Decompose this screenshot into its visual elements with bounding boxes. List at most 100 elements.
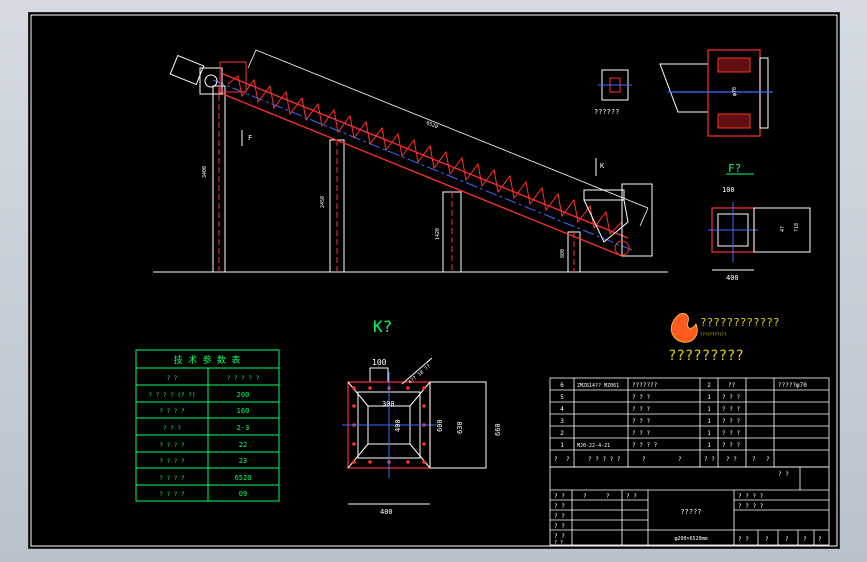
title-block-text: ? ? ? ? ? ? ? ? ? ? ? ? ? ? ? ? ????? φ2… xyxy=(554,493,822,546)
bom-header-2: ? ? ? ? ? xyxy=(588,456,621,463)
bearing-dim: φ70 xyxy=(732,87,738,96)
title-left-row-5: ? ? xyxy=(554,533,565,540)
bom-row-3-no: 3 xyxy=(560,418,564,425)
title-right-top-2: ? ? ? ? xyxy=(738,503,764,510)
f-view: F? 100 400 4? ?18 xyxy=(708,162,811,282)
bom-row-5-name: ? ? ? xyxy=(632,394,650,401)
bom-row-2-mat: ? ? ? xyxy=(722,430,740,437)
bom-row-3-name: ? ? ? xyxy=(632,418,650,425)
section-detail-small: ?????? xyxy=(594,69,632,116)
dim-height-2: 2450 xyxy=(320,196,326,208)
bom-row-1-name: ? ? ? ? xyxy=(632,442,658,449)
k-view-dim-h3: 660 xyxy=(494,423,502,436)
bom-row-1-qty: 1 xyxy=(707,442,711,449)
bom-header-0: ? xyxy=(554,456,558,463)
tech-row-3-label: ? ? ? ? xyxy=(159,408,185,415)
dim-height-3: 1420 xyxy=(435,228,441,240)
tech-parameter-table: 技 术 参 数 表 ? ? ? ? ? ? ? ? ? ? ? (? ?) 20… xyxy=(135,349,280,502)
bom-header-7: ? xyxy=(752,456,756,463)
k-view-dim-inner: 300 xyxy=(382,400,395,408)
bom-header-6: ? ? xyxy=(726,456,737,463)
k-view: K? 100 300 400 600 630 660 400 4?? 18 ?? xyxy=(342,317,502,516)
title-right-bottom-2: ? xyxy=(765,536,769,543)
bom-header-extra: ? ? xyxy=(778,471,789,478)
bom-row-1-code: MJ0-22-4-21 xyxy=(577,443,610,449)
k-view-dim-bottom: 400 xyxy=(380,508,393,516)
main-elevation-view: 6520 3400 2450 1420 880 F K xyxy=(153,49,668,273)
dim-height-1: 3400 xyxy=(202,166,208,178)
f-view-dim-side-a: 4? xyxy=(780,226,786,232)
bom-row-4-qty: 1 xyxy=(707,406,711,413)
bom-header-1: ? xyxy=(566,456,570,463)
title-left-row-6: ? ? xyxy=(554,540,563,546)
bom-header-5: ? ? xyxy=(704,456,715,463)
tech-row-2-value: 200 xyxy=(237,391,250,399)
application-frame: 6520 3400 2450 1420 880 F K ?????? φ70 F… xyxy=(0,0,867,562)
bom-row-3-qty: 1 xyxy=(707,418,711,425)
title-right-top-1: ? ? ? ? xyxy=(738,493,764,500)
bom-row-4-no: 4 xyxy=(560,406,564,413)
title-right-bottom-5: ? xyxy=(818,536,822,543)
bom-row-5-no: 5 xyxy=(560,394,564,401)
logo-text: ???????????? xyxy=(700,316,779,329)
bom-row-4-name: ? ? ? xyxy=(632,406,650,413)
tech-row-1-value: ? ? ? ? ? xyxy=(227,375,260,382)
title-left-row-1: ? ? xyxy=(554,493,565,500)
bom-row-2-no: 2 xyxy=(560,430,564,437)
view-marker-f: F xyxy=(248,134,252,142)
k-view-dim-h1: 600 xyxy=(436,419,444,432)
tech-row-8-label: ? ? ? ? xyxy=(159,491,185,498)
logo-subtext: ??????????? xyxy=(700,332,727,337)
dim-slope-length: 6520 xyxy=(425,120,438,130)
title-block xyxy=(549,466,830,546)
k-view-dim-mid: 400 xyxy=(394,419,402,432)
drawing-canvas: 6520 3400 2450 1420 880 F K ?????? φ70 F… xyxy=(28,12,840,549)
bom-header-8: ? xyxy=(766,456,770,463)
bom-row-1-mat: ? ? ? xyxy=(722,442,740,449)
drawing-number: φ200×6520mm xyxy=(674,536,707,542)
flame-logo-icon xyxy=(670,313,698,343)
bom-row-2-qty: 1 xyxy=(707,430,711,437)
tech-row-4-value: 2-3 xyxy=(237,424,250,432)
tech-row-3-value: 160 xyxy=(237,407,250,415)
tech-row-2-label: ? ? ? ? (? ?) xyxy=(149,392,196,399)
f-view-dim-bottom: 400 xyxy=(726,274,739,282)
cad-drawing: 6520 3400 2450 1420 880 F K ?????? φ70 F… xyxy=(30,14,838,547)
tech-row-6-label: ? ? ? ? xyxy=(159,458,185,465)
title-right-bottom-1: ? ? xyxy=(738,536,749,543)
bom-row-3-mat: ? ? ? xyxy=(722,418,740,425)
k-view-title: K? xyxy=(373,317,392,336)
section-label: ?????? xyxy=(594,108,619,116)
tech-row-7-label: ? ? ? ? xyxy=(159,475,185,482)
f-view-dim-top: 100 xyxy=(722,186,735,194)
bom-row-5-mat: ? ? ? xyxy=(722,394,740,401)
bom-header-4: ? xyxy=(678,456,682,463)
bom-row-2-name: ? ? ? xyxy=(632,430,650,437)
bom-row-6-name: ??????? xyxy=(632,382,658,389)
tech-row-5-value: 22 xyxy=(239,441,247,449)
title-col-3: ? xyxy=(606,493,610,500)
bom-row-5-qty: 1 xyxy=(707,394,711,401)
title-col-2: ? xyxy=(583,493,587,500)
bom-row-6-no: 6 xyxy=(560,382,564,389)
view-marker-k: K xyxy=(600,162,605,170)
title-left-row-2: ? ? xyxy=(554,503,565,510)
tech-row-1-label: ? ? xyxy=(167,375,178,382)
title-left-row-3: ? ? xyxy=(554,513,565,520)
title-left-row-4: ? ? xyxy=(554,523,565,530)
tech-row-6-value: 23 xyxy=(239,457,247,465)
tech-row-5-label: ? ? ? ? xyxy=(159,442,185,449)
tech-row-7-value: 6520 xyxy=(235,474,252,482)
f-view-dim-side-b: ?18 xyxy=(794,223,800,232)
k-view-dim-top: 100 xyxy=(372,358,387,367)
bom-row-6-mat: ?? xyxy=(728,382,736,389)
bom-row-6-code: ZMZ614?? MZ061 xyxy=(577,383,619,389)
tech-row-8-value: 09 xyxy=(239,490,247,498)
bom-row-1-no: 1 xyxy=(560,442,564,449)
bearing-detail: φ70 xyxy=(659,49,773,137)
drawing-border xyxy=(30,14,838,547)
tech-row-4-label: ? ? ? xyxy=(163,425,181,432)
dim-height-4: 880 xyxy=(560,249,566,258)
tech-table-title: 技 术 参 数 表 xyxy=(174,354,241,366)
bom-row-4-mat: ? ? ? xyxy=(722,406,740,413)
